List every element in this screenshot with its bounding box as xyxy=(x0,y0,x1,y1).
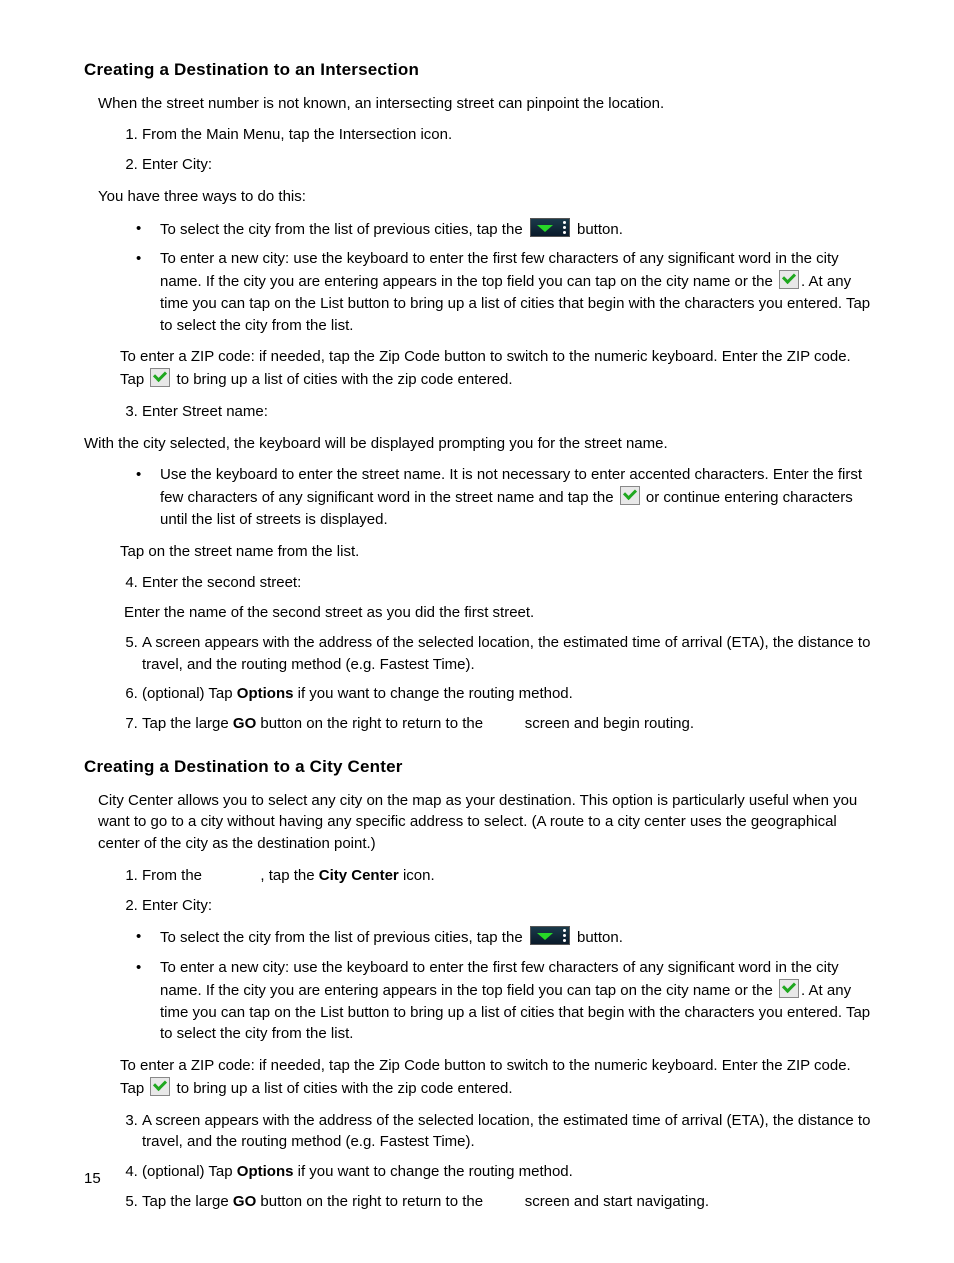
text: button on the right to return to the xyxy=(256,715,487,732)
heading-intersection: Creating a Destination to an Intersectio… xyxy=(84,58,874,83)
step-item: Enter Street name: xyxy=(142,401,874,423)
text: To enter a new city: use the keyboard to… xyxy=(160,250,839,290)
steps-list-1b: Enter Street name: xyxy=(118,401,874,423)
text: icon. xyxy=(399,867,435,884)
step-item: Enter City: xyxy=(142,895,874,917)
step4-sub: Enter the name of the second street as y… xyxy=(124,602,874,624)
list-item: To enter a new city: use the keyboard to… xyxy=(160,248,874,336)
intro-text: When the street number is not known, an … xyxy=(98,93,874,115)
text: , tap the xyxy=(260,867,318,884)
city-options-list: To select the city from the list of prev… xyxy=(118,218,874,337)
step-item: Enter the second street: Enter the name … xyxy=(142,572,874,624)
check-icon xyxy=(150,368,170,387)
intro-text-2: City Center allows you to select any cit… xyxy=(98,790,874,855)
go-label: GO xyxy=(233,715,256,732)
city-center-label: City Center xyxy=(319,867,399,884)
step-item: Enter City: xyxy=(142,154,874,176)
text: screen and start navigating. xyxy=(521,1193,709,1210)
steps-list-1: From the Main Menu, tap the Intersection… xyxy=(118,124,874,176)
text: (optional) Tap xyxy=(142,685,237,702)
check-icon xyxy=(150,1077,170,1096)
page-number: 15 xyxy=(84,1168,101,1190)
options-label: Options xyxy=(237,1163,294,1180)
step-item: From the , tap the City Center icon. xyxy=(142,865,874,887)
text: button. xyxy=(577,221,623,238)
list-item: To select the city from the list of prev… xyxy=(160,218,874,241)
dropdown-icon xyxy=(530,926,570,945)
zip-text-2: To enter a ZIP code: if needed, tap the … xyxy=(120,1055,874,1100)
text: if you want to change the routing method… xyxy=(293,1163,572,1180)
steps-list-2b: A screen appears with the address of the… xyxy=(118,1110,874,1213)
step-item: (optional) Tap Options if you want to ch… xyxy=(142,1161,874,1183)
step-item: From the Main Menu, tap the Intersection… xyxy=(142,124,874,146)
step-item: (optional) Tap Options if you want to ch… xyxy=(142,683,874,705)
steps-list-1c: Enter the second street: Enter the name … xyxy=(118,572,874,735)
step-item: Tap the large GO button on the right to … xyxy=(142,1191,874,1213)
check-icon xyxy=(620,486,640,505)
text: From the xyxy=(142,867,206,884)
step-item: A screen appears with the address of the… xyxy=(142,632,874,676)
go-label: GO xyxy=(233,1193,256,1210)
text: To select the city from the list of prev… xyxy=(160,221,527,238)
check-icon xyxy=(779,979,799,998)
street-options-list: Use the keyboard to enter the street nam… xyxy=(118,464,874,530)
text: Tap the large xyxy=(142,715,233,732)
text: to bring up a list of cities with the zi… xyxy=(172,1080,512,1097)
dropdown-icon xyxy=(530,218,570,237)
list-item: Use the keyboard to enter the street nam… xyxy=(160,464,874,530)
text: (optional) Tap xyxy=(142,1163,237,1180)
text: Tap the large xyxy=(142,1193,233,1210)
options-label: Options xyxy=(237,685,294,702)
text: Enter the second street: xyxy=(142,574,301,591)
step-item: Tap the large GO button on the right to … xyxy=(142,713,874,735)
steps-list-2: From the , tap the City Center icon. Ent… xyxy=(118,865,874,917)
list-item: To enter a new city: use the keyboard to… xyxy=(160,957,874,1045)
check-icon xyxy=(779,270,799,289)
text: to bring up a list of cities with the zi… xyxy=(172,371,512,388)
street-tap-text: Tap on the street name from the list. xyxy=(120,541,874,563)
text: screen and begin routing. xyxy=(521,715,694,732)
text: if you want to change the routing method… xyxy=(293,685,572,702)
city-options-list-2: To select the city from the list of prev… xyxy=(118,926,874,1045)
text: button. xyxy=(577,929,623,946)
three-ways-text: You have three ways to do this: xyxy=(98,186,874,208)
zip-text: To enter a ZIP code: if needed, tap the … xyxy=(120,346,874,391)
list-item: To select the city from the list of prev… xyxy=(160,926,874,949)
text: To enter a new city: use the keyboard to… xyxy=(160,959,839,999)
street-intro: With the city selected, the keyboard wil… xyxy=(84,433,874,455)
text: To select the city from the list of prev… xyxy=(160,929,527,946)
text: button on the right to return to the xyxy=(256,1193,487,1210)
step-item: A screen appears with the address of the… xyxy=(142,1110,874,1154)
heading-city-center: Creating a Destination to a City Center xyxy=(84,755,874,780)
